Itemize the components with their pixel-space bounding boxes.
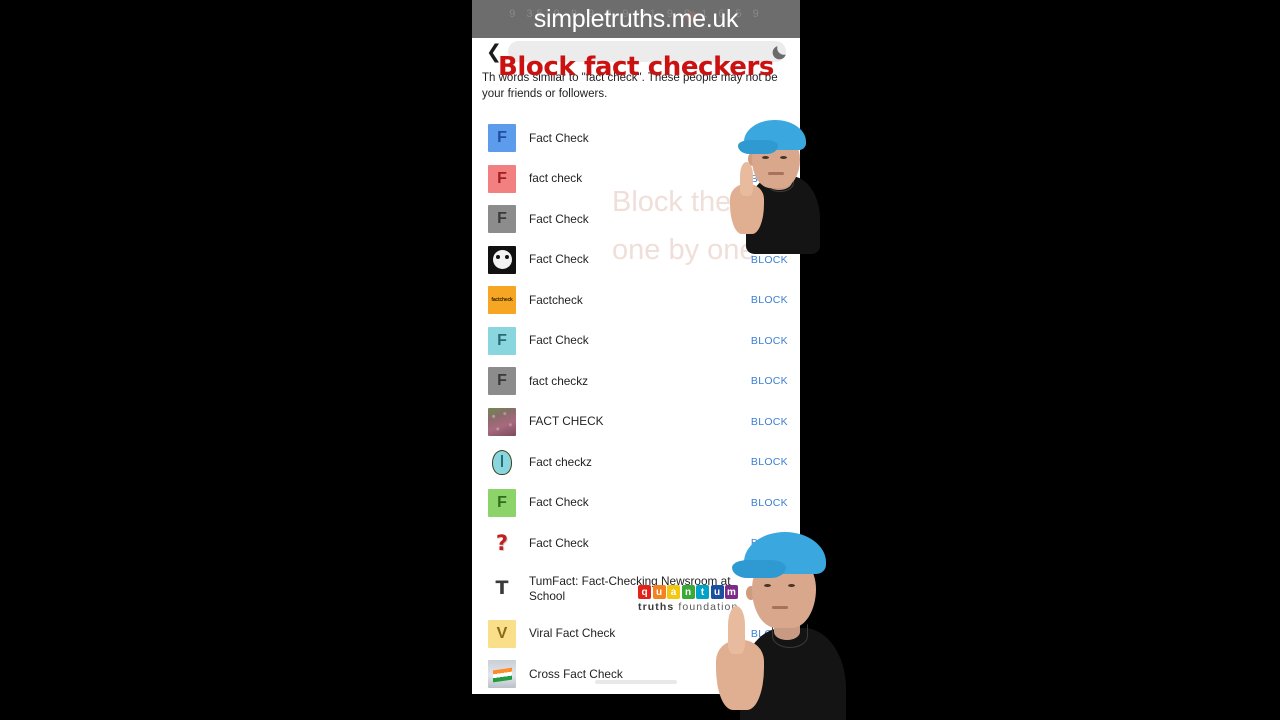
logo-letter-block: n (681, 585, 695, 599)
account-name: Fact checkz (529, 454, 592, 469)
presenter-cutout-top (718, 118, 820, 254)
account-name: Fact Check (529, 211, 589, 226)
avatar: F (488, 164, 516, 193)
account-name: Fact Check (529, 252, 589, 267)
avatar: F (488, 326, 516, 355)
overlay-title: Block fact checkers (498, 52, 774, 82)
avatar: F (488, 488, 516, 517)
account-name: fact checkz (529, 373, 589, 388)
account-name: FACT CHECK (529, 414, 604, 429)
block-button[interactable]: BLOCK (751, 456, 788, 468)
url-banner-text: simpletruths.me.uk (533, 4, 739, 33)
avatar: F (488, 124, 516, 153)
account-name: Fact Check (529, 535, 589, 550)
block-button[interactable]: BLOCK (751, 375, 788, 387)
avatar (488, 407, 516, 436)
home-indicator (595, 680, 677, 684)
avatar: F (488, 205, 516, 234)
block-button[interactable]: BLOCK (751, 335, 788, 347)
screen-recording-frame: 9 35 9 9 9 9 9 91 9 9 1 6 5 9 simpletrut… (0, 0, 1280, 720)
logo-letter-block: q (638, 585, 651, 599)
list-item[interactable]: Fact checkz BLOCK (472, 442, 800, 483)
avatar: factcheck (488, 286, 516, 315)
list-item[interactable]: F Fact Check BLOCK (472, 321, 800, 362)
avatar: T (488, 574, 516, 603)
logo-letter-block: u (652, 585, 666, 599)
avatar (488, 245, 516, 274)
avatar: F (488, 367, 516, 396)
account-name: Factcheck (529, 292, 583, 307)
list-item[interactable]: FACT CHECK BLOCK (472, 402, 800, 443)
account-name: fact check (529, 171, 583, 186)
list-item[interactable]: F Fact Check BLOCK (472, 483, 800, 524)
list-item[interactable]: factcheck Factcheck BLOCK (472, 280, 800, 321)
account-name: Viral Fact Check (529, 626, 616, 641)
logo-tagline-bold: truths (638, 601, 675, 613)
block-button[interactable]: BLOCK (751, 497, 788, 509)
url-banner: simpletruths.me.uk (472, 0, 800, 38)
account-name: Fact Check (529, 495, 589, 510)
avatar (488, 448, 516, 477)
logo-letter-block: a (667, 585, 680, 599)
block-button[interactable]: BLOCK (751, 294, 788, 306)
presenter-cutout-bottom (706, 528, 846, 720)
avatar: V (488, 619, 516, 648)
account-name: Fact Check (529, 333, 589, 348)
block-button[interactable]: BLOCK (751, 416, 788, 428)
avatar: ? (488, 529, 516, 558)
avatar (488, 660, 516, 689)
account-name: Fact Check (529, 130, 589, 145)
list-item[interactable]: Ffact checkz BLOCK (472, 361, 800, 402)
block-button[interactable]: BLOCK (751, 254, 788, 266)
